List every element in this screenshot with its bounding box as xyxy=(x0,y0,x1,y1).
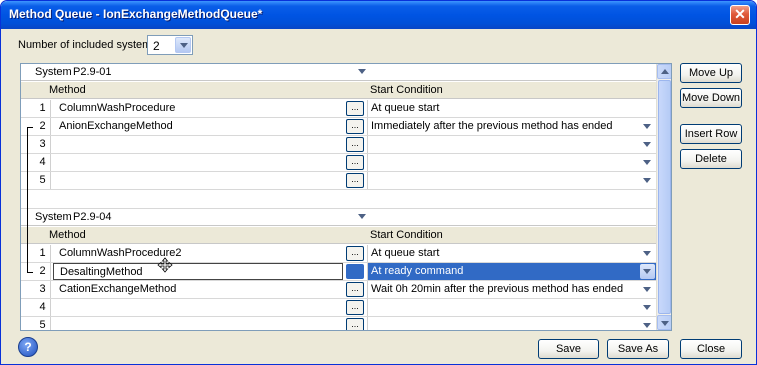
chevron-down-icon[interactable] xyxy=(640,155,655,170)
system-header-2: System P2.9-04 xyxy=(21,209,657,226)
row-number: 3 xyxy=(35,136,51,153)
start-condition-cell[interactable]: At ready command xyxy=(367,263,657,280)
table-row[interactable]: 1 ColumnWashProcedure2 ... At queue star… xyxy=(21,245,657,263)
link-line-bottom xyxy=(27,272,33,273)
browse-method-button[interactable]: ... xyxy=(346,101,364,116)
method-cell[interactable]: ColumnWashProcedure2 xyxy=(53,245,343,262)
scroll-thumb[interactable] xyxy=(658,80,671,314)
group-spacer xyxy=(21,191,657,209)
system-label: System xyxy=(35,66,72,78)
browse-method-button[interactable]: ... xyxy=(346,282,364,297)
method-queue-grid: System P2.9-01 Method Start Condition 1 … xyxy=(20,63,672,331)
systems-count-value: 2 xyxy=(153,39,160,53)
save-as-button[interactable]: Save As xyxy=(607,339,669,359)
method-cell[interactable] xyxy=(53,154,343,171)
column-start-condition: Start Condition xyxy=(370,229,443,241)
save-button[interactable]: Save xyxy=(538,339,599,359)
table-row[interactable]: 5 ... xyxy=(21,317,657,330)
start-condition-cell[interactable]: Wait 0h 20min after the previous method … xyxy=(367,281,639,298)
vertical-scrollbar[interactable] xyxy=(656,64,671,330)
browse-method-button[interactable]: ... xyxy=(346,318,364,330)
method-cell[interactable]: DesaltingMethod xyxy=(53,263,343,280)
chevron-down-icon[interactable] xyxy=(640,318,655,330)
method-cell[interactable] xyxy=(53,172,343,189)
browse-method-button[interactable]: ... xyxy=(346,119,364,134)
start-condition-cell[interactable] xyxy=(367,299,639,316)
row-number: 3 xyxy=(35,281,51,298)
browse-method-button[interactable]: ... xyxy=(346,137,364,152)
chevron-down-icon[interactable] xyxy=(640,246,655,261)
browse-method-button[interactable] xyxy=(346,264,364,279)
help-icon[interactable]: ? xyxy=(18,337,38,357)
start-condition-cell[interactable] xyxy=(367,172,639,189)
chevron-down-icon[interactable] xyxy=(640,264,655,279)
method-cell[interactable] xyxy=(53,317,343,330)
method-cell[interactable] xyxy=(53,136,343,153)
method-cell[interactable]: ColumnWashProcedure xyxy=(53,100,343,117)
start-condition-cell[interactable] xyxy=(367,317,639,330)
browse-method-button[interactable]: ... xyxy=(346,246,364,261)
move-cursor-icon xyxy=(157,257,173,273)
column-start-condition: Start Condition xyxy=(370,84,443,96)
table-row[interactable]: 4 ... xyxy=(21,154,657,172)
chevron-down-icon[interactable] xyxy=(640,300,655,315)
row-number: 1 xyxy=(35,245,51,262)
system-dropdown-icon[interactable] xyxy=(354,64,369,79)
chevron-down-icon[interactable] xyxy=(640,119,655,134)
system-value[interactable]: P2.9-01 xyxy=(73,66,112,78)
close-icon[interactable]: ✕ xyxy=(730,5,750,25)
insert-row-button[interactable]: Insert Row xyxy=(680,124,742,144)
table-row[interactable]: 3 CationExchangeMethod ... Wait 0h 20min… xyxy=(21,281,657,299)
start-condition-cell[interactable]: At queue start xyxy=(367,245,639,262)
start-condition-cell[interactable] xyxy=(367,136,639,153)
row-number: 4 xyxy=(35,154,51,171)
system-value[interactable]: P2.9-04 xyxy=(73,211,112,223)
row-number: 5 xyxy=(35,317,51,330)
chevron-down-icon[interactable] xyxy=(640,282,655,297)
row-number: 2 xyxy=(35,118,51,135)
scroll-up-button[interactable] xyxy=(657,64,671,79)
method-cell[interactable] xyxy=(53,299,343,316)
start-condition-cell[interactable] xyxy=(367,154,639,171)
link-line-vertical xyxy=(27,127,28,272)
method-queue-window: Method Queue - IonExchangeMethodQueue* ✕… xyxy=(0,0,757,365)
table-row[interactable]: 4 ... xyxy=(21,299,657,317)
column-method: Method xyxy=(49,84,86,96)
row-number: 1 xyxy=(35,100,51,117)
move-up-button[interactable]: Move Up xyxy=(680,63,742,83)
delete-button[interactable]: Delete xyxy=(680,149,742,169)
scroll-down-button[interactable] xyxy=(657,315,671,330)
row-number: 2 xyxy=(35,263,51,280)
column-header-1: Method Start Condition xyxy=(21,82,657,99)
row-number: 5 xyxy=(35,172,51,189)
window-title: Method Queue - IonExchangeMethodQueue* xyxy=(9,7,263,21)
start-condition-cell[interactable]: At queue start xyxy=(367,100,639,117)
column-method: Method xyxy=(49,229,86,241)
title-bar[interactable]: Method Queue - IonExchangeMethodQueue* ✕ xyxy=(1,1,756,29)
row-number: 4 xyxy=(35,299,51,316)
chevron-down-icon[interactable] xyxy=(175,37,191,53)
table-row[interactable]: 2 AnionExchangeMethod ... Immediately af… xyxy=(21,118,657,136)
systems-count-select[interactable]: 2 xyxy=(147,35,193,55)
close-button[interactable]: Close xyxy=(680,339,742,359)
systems-count-label: Number of included systems: xyxy=(18,39,160,51)
start-condition-cell[interactable]: Immediately after the previous method ha… xyxy=(367,118,639,135)
browse-method-button[interactable]: ... xyxy=(346,300,364,315)
browse-method-button[interactable]: ... xyxy=(346,173,364,188)
chevron-down-icon[interactable] xyxy=(640,173,655,188)
method-cell[interactable]: AnionExchangeMethod xyxy=(53,118,343,135)
method-cell[interactable]: CationExchangeMethod xyxy=(53,281,343,298)
system-header-1: System P2.9-01 xyxy=(21,64,657,81)
table-row[interactable]: 3 ... xyxy=(21,136,657,154)
chevron-down-icon[interactable] xyxy=(640,137,655,152)
table-row-selected[interactable]: 2 DesaltingMethod At ready command xyxy=(21,263,657,281)
move-down-button[interactable]: Move Down xyxy=(680,88,742,108)
system-dropdown-icon[interactable] xyxy=(354,209,369,224)
table-row[interactable]: 5 ... xyxy=(21,172,657,190)
system-label: System xyxy=(35,211,72,223)
table-row[interactable]: 1 ColumnWashProcedure ... At queue start xyxy=(21,100,657,118)
browse-method-button[interactable]: ... xyxy=(346,155,364,170)
column-header-2: Method Start Condition xyxy=(21,227,657,244)
